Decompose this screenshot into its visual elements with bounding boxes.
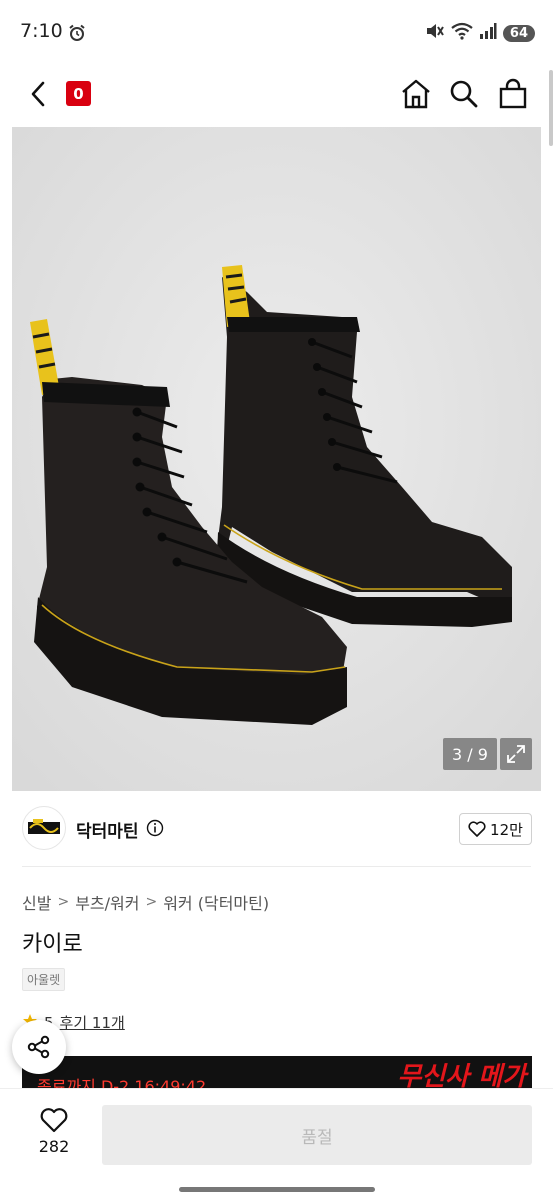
back-button[interactable] [26, 79, 52, 109]
status-bar: 7:10 64 [0, 0, 553, 66]
breadcrumb: 신발 > 부츠/워커 > 워커 (닥터마틴) [22, 890, 269, 914]
bottom-action-bar: 282 품절 [0, 1088, 553, 1200]
info-icon[interactable] [146, 819, 164, 841]
product-title: 카이로 [22, 932, 83, 957]
expand-image-button[interactable] [500, 738, 532, 770]
alarm-icon [68, 24, 86, 46]
cart-count-badge[interactable]: 0 [66, 81, 91, 106]
heart-icon [468, 821, 486, 837]
mute-icon [425, 22, 445, 44]
search-button[interactable] [448, 78, 480, 110]
home-icon [402, 79, 430, 109]
brand-logo-graphic [28, 819, 60, 834]
breadcrumb-item[interactable]: 신발 [22, 890, 51, 914]
status-time: 7:10 [20, 20, 63, 42]
brand-like-button[interactable]: 12만 [459, 813, 532, 845]
home-button[interactable] [400, 78, 432, 110]
expand-icon [507, 745, 525, 763]
shopping-bag-icon [499, 78, 527, 109]
brand-name[interactable]: 닥터마틴 [76, 817, 139, 842]
product-image-gallery[interactable]: 3 / 9 [12, 127, 541, 791]
promo-banner[interactable]: 종료까지 D-2 16:49:42 무신사 메가 [22, 1056, 532, 1090]
chevron-right-icon: > [145, 894, 158, 910]
reviews-link[interactable]: 후기 11개 [60, 1012, 125, 1033]
battery-indicator: 64 [502, 24, 535, 42]
divider [22, 866, 531, 867]
scroll-indicator[interactable] [549, 70, 553, 146]
outlet-tag: 아울렛 [22, 968, 66, 991]
heart-icon [40, 1108, 68, 1133]
share-icon [27, 1035, 50, 1059]
home-indicator[interactable] [179, 1187, 375, 1192]
chevron-right-icon: > [57, 894, 70, 910]
brand-like-count: 12만 [490, 820, 523, 839]
breadcrumb-item[interactable]: 부츠/워커 [75, 890, 139, 914]
sold-out-button[interactable]: 품절 [102, 1105, 532, 1165]
product-image-boots [12, 127, 541, 791]
share-button[interactable] [12, 1020, 66, 1074]
wishlist-button[interactable]: 282 [30, 1107, 78, 1165]
brand-row[interactable]: 닥터마틴 12만 [22, 806, 532, 852]
top-nav: 0 [0, 66, 553, 122]
wishlist-count: 282 [38, 1137, 70, 1156]
status-icons: 64 [425, 22, 535, 44]
promo-art-text: 무신사 메가 [397, 1062, 526, 1090]
search-icon [450, 80, 478, 108]
breadcrumb-item[interactable]: 워커 (닥터마틴) [163, 890, 269, 914]
brand-logo[interactable] [22, 806, 66, 850]
shopping-bag-button[interactable] [497, 78, 529, 110]
image-page-counter: 3 / 9 [443, 738, 497, 770]
wifi-icon [451, 22, 473, 44]
chevron-left-icon [31, 81, 45, 107]
signal-icon [479, 22, 497, 44]
